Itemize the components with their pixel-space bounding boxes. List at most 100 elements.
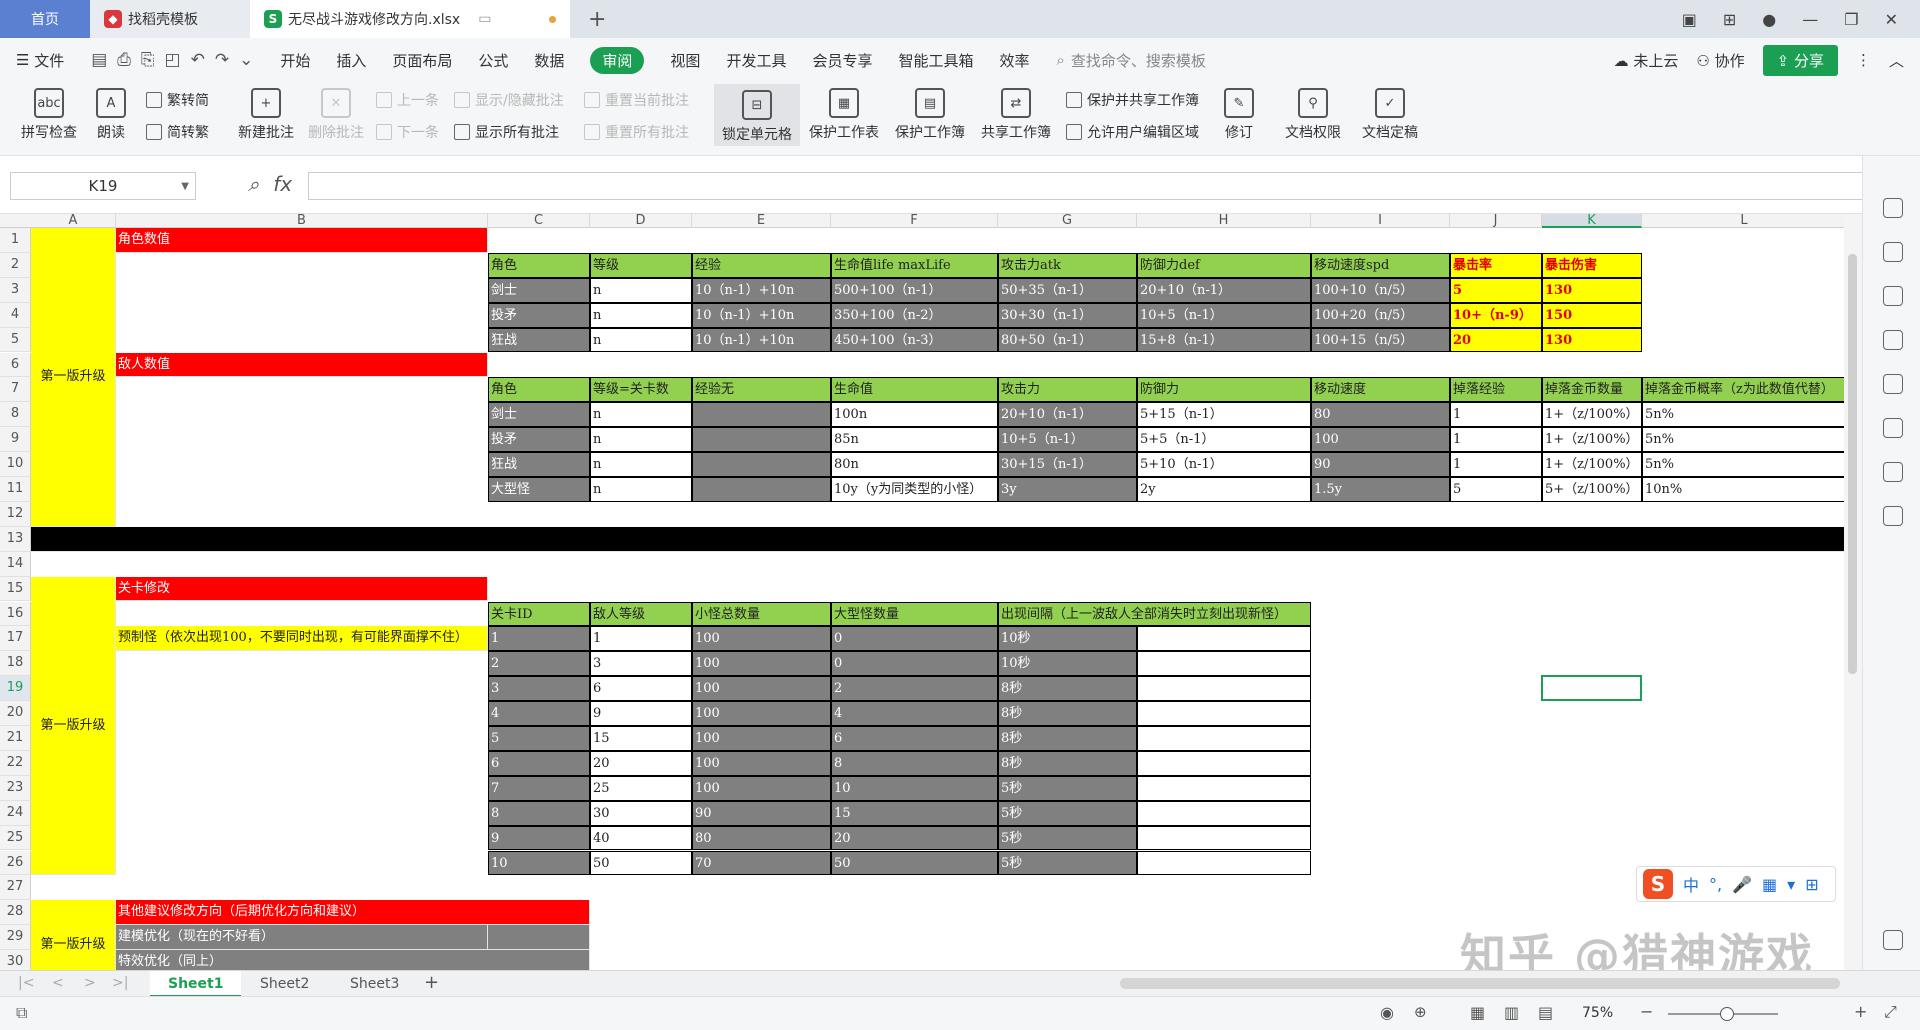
cell[interactable] bbox=[1137, 726, 1311, 751]
table-header[interactable]: 掉落经验 bbox=[1450, 377, 1542, 403]
cell[interactable]: 1 bbox=[1450, 452, 1542, 477]
doc-final-button[interactable]: ✓ 文档定稿 bbox=[1352, 82, 1428, 142]
cell[interactable]: 130 bbox=[1542, 327, 1642, 353]
cell[interactable]: 5秒 bbox=[998, 775, 1137, 801]
cell[interactable]: 5n% bbox=[1642, 402, 1844, 428]
cell[interactable]: 90 bbox=[1311, 452, 1450, 477]
cell[interactable]: 1 bbox=[590, 626, 692, 652]
cell[interactable]: 狂战 bbox=[488, 452, 590, 477]
column-header[interactable]: I bbox=[1311, 214, 1450, 228]
sheet-grid[interactable]: A B C D E F G H I J K L 1 2 3 4 5 6 7 8 9 10 11 12 13 14 15 16 17 18 1… bbox=[0, 214, 1844, 970]
cell[interactable] bbox=[1137, 775, 1311, 801]
note-cell[interactable]: 预制怪（依次出现100，不要同时出现，有可能界面撑不住） bbox=[116, 626, 488, 652]
avatar[interactable]: ● bbox=[1762, 10, 1776, 29]
column-header[interactable]: K bbox=[1542, 214, 1642, 228]
suggestion-cell[interactable]: 建模优化（现在的不好看） bbox=[116, 925, 488, 951]
new-tab-plus-icon[interactable]: + bbox=[570, 0, 624, 38]
cloud-status[interactable]: ☁ 未上云 bbox=[1614, 50, 1679, 71]
row-header[interactable]: 20 bbox=[0, 701, 31, 726]
row-header[interactable]: 17 bbox=[0, 626, 31, 652]
cell[interactable]: 5 bbox=[1450, 277, 1542, 303]
chevron-down-icon[interactable]: ▼ bbox=[181, 181, 189, 192]
protect-sheet-button[interactable]: ▦ 保护工作表 bbox=[804, 82, 884, 142]
print-icon[interactable]: ⎘ bbox=[141, 50, 155, 70]
row-header[interactable]: 7 bbox=[0, 377, 31, 403]
share-button[interactable]: ⇪ 分享 bbox=[1762, 44, 1838, 76]
settings-icon[interactable] bbox=[1883, 930, 1903, 950]
cell[interactable] bbox=[1137, 701, 1311, 726]
restore-icon[interactable]: ❐ bbox=[1844, 10, 1858, 29]
scroll-thumb[interactable] bbox=[1848, 254, 1857, 674]
trad-to-simp-button[interactable]: 繁转简 bbox=[146, 90, 209, 110]
row-header[interactable]: 8 bbox=[0, 402, 31, 428]
row-header[interactable]: 5 bbox=[0, 327, 31, 353]
cell[interactable]: 5 bbox=[1450, 477, 1542, 502]
cell[interactable]: 150 bbox=[1542, 302, 1642, 328]
simp-to-trad-button[interactable]: 简转繁 bbox=[146, 122, 209, 142]
row-header[interactable]: 1 bbox=[0, 228, 31, 253]
keyboard-icon[interactable]: ▦ bbox=[1762, 875, 1777, 894]
cell[interactable]: 5 bbox=[488, 726, 590, 751]
cell[interactable]: 8秒 bbox=[998, 676, 1137, 702]
row-header[interactable]: 11 bbox=[0, 477, 31, 502]
column-header[interactable]: J bbox=[1450, 214, 1542, 228]
cell[interactable]: 3 bbox=[488, 676, 590, 702]
image-tool-icon[interactable] bbox=[1883, 418, 1903, 438]
cell[interactable] bbox=[1137, 825, 1311, 851]
cell[interactable]: n bbox=[590, 327, 692, 353]
cell[interactable]: 10y（y为同类型的小怪） bbox=[831, 477, 998, 502]
column-header[interactable]: L bbox=[1642, 214, 1844, 228]
cell[interactable]: 5+（z/100%） bbox=[1542, 477, 1642, 502]
menu-developer[interactable]: 开发工具 bbox=[713, 38, 799, 82]
pin-icon[interactable]: ▭ bbox=[478, 11, 491, 27]
table-header[interactable]: 等级 bbox=[590, 252, 692, 278]
cell[interactable]: 5n% bbox=[1642, 452, 1844, 477]
cell[interactable]: 100 bbox=[692, 726, 831, 751]
table-header[interactable]: 出现间隔（上一波敌人全部消失时立刻出现新怪） bbox=[998, 601, 1311, 627]
cell[interactable]: 8秒 bbox=[998, 701, 1137, 726]
file-menu[interactable]: ☰ 文件 bbox=[0, 38, 77, 82]
cell[interactable]: 10（n-1）+10n bbox=[692, 327, 831, 353]
cell[interactable]: 5秒 bbox=[998, 825, 1137, 851]
cell[interactable]: 9 bbox=[488, 825, 590, 851]
cell[interactable]: 500+100（n-1） bbox=[831, 277, 998, 303]
cell[interactable]: 6 bbox=[590, 676, 692, 702]
cell[interactable]: 20 bbox=[1450, 327, 1542, 353]
add-sheet-icon[interactable]: + bbox=[424, 972, 439, 993]
cell[interactable]: 10 bbox=[488, 850, 590, 876]
cell[interactable]: 1.5y bbox=[1311, 477, 1450, 502]
tab-home[interactable]: 首页 bbox=[0, 0, 90, 38]
cell[interactable]: 5n% bbox=[1642, 427, 1844, 453]
cell[interactable]: 剑士 bbox=[488, 277, 590, 303]
rocket-icon[interactable] bbox=[1883, 242, 1903, 262]
cell[interactable]: 30+30（n-1） bbox=[998, 302, 1137, 328]
row-header[interactable]: 24 bbox=[0, 800, 31, 826]
table-header[interactable]: 防御力 bbox=[1137, 377, 1311, 403]
row-header[interactable]: 25 bbox=[0, 825, 31, 851]
row-header[interactable]: 27 bbox=[0, 875, 31, 901]
menu-view[interactable]: 视图 bbox=[657, 38, 713, 82]
cell[interactable]: 80+50（n-1） bbox=[998, 327, 1137, 353]
cell[interactable]: 20 bbox=[590, 750, 692, 776]
zoom-formula-icon[interactable]: ⌕ bbox=[248, 172, 259, 196]
cell[interactable]: 5秒 bbox=[998, 800, 1137, 826]
column-header[interactable]: D bbox=[590, 214, 692, 228]
lightning-icon[interactable] bbox=[1883, 462, 1903, 482]
column-header[interactable]: H bbox=[1137, 214, 1311, 228]
new-comment-button[interactable]: + 新建批注 bbox=[234, 82, 298, 142]
cell[interactable]: 80 bbox=[692, 825, 831, 851]
cell[interactable]: 5秒 bbox=[998, 850, 1137, 876]
zoom-in-icon[interactable]: + bbox=[1854, 1002, 1867, 1021]
suggestion-cell[interactable]: 特效优化（同上） bbox=[116, 950, 590, 970]
cell[interactable]: 4 bbox=[831, 701, 998, 726]
cell[interactable]: 10秒 bbox=[998, 626, 1137, 652]
cell[interactable]: 30 bbox=[590, 800, 692, 826]
cell[interactable]: n bbox=[590, 277, 692, 303]
row-header[interactable]: 6 bbox=[0, 352, 31, 378]
section-title[interactable]: 关卡修改 bbox=[116, 576, 488, 602]
zoom-slider[interactable] bbox=[1668, 1007, 1778, 1021]
vertical-scrollbar[interactable] bbox=[1844, 214, 1862, 970]
version-label[interactable]: 第一版升级 bbox=[31, 576, 116, 876]
cell[interactable]: 1+（z/100%） bbox=[1542, 402, 1642, 428]
row-header[interactable]: 23 bbox=[0, 775, 31, 801]
